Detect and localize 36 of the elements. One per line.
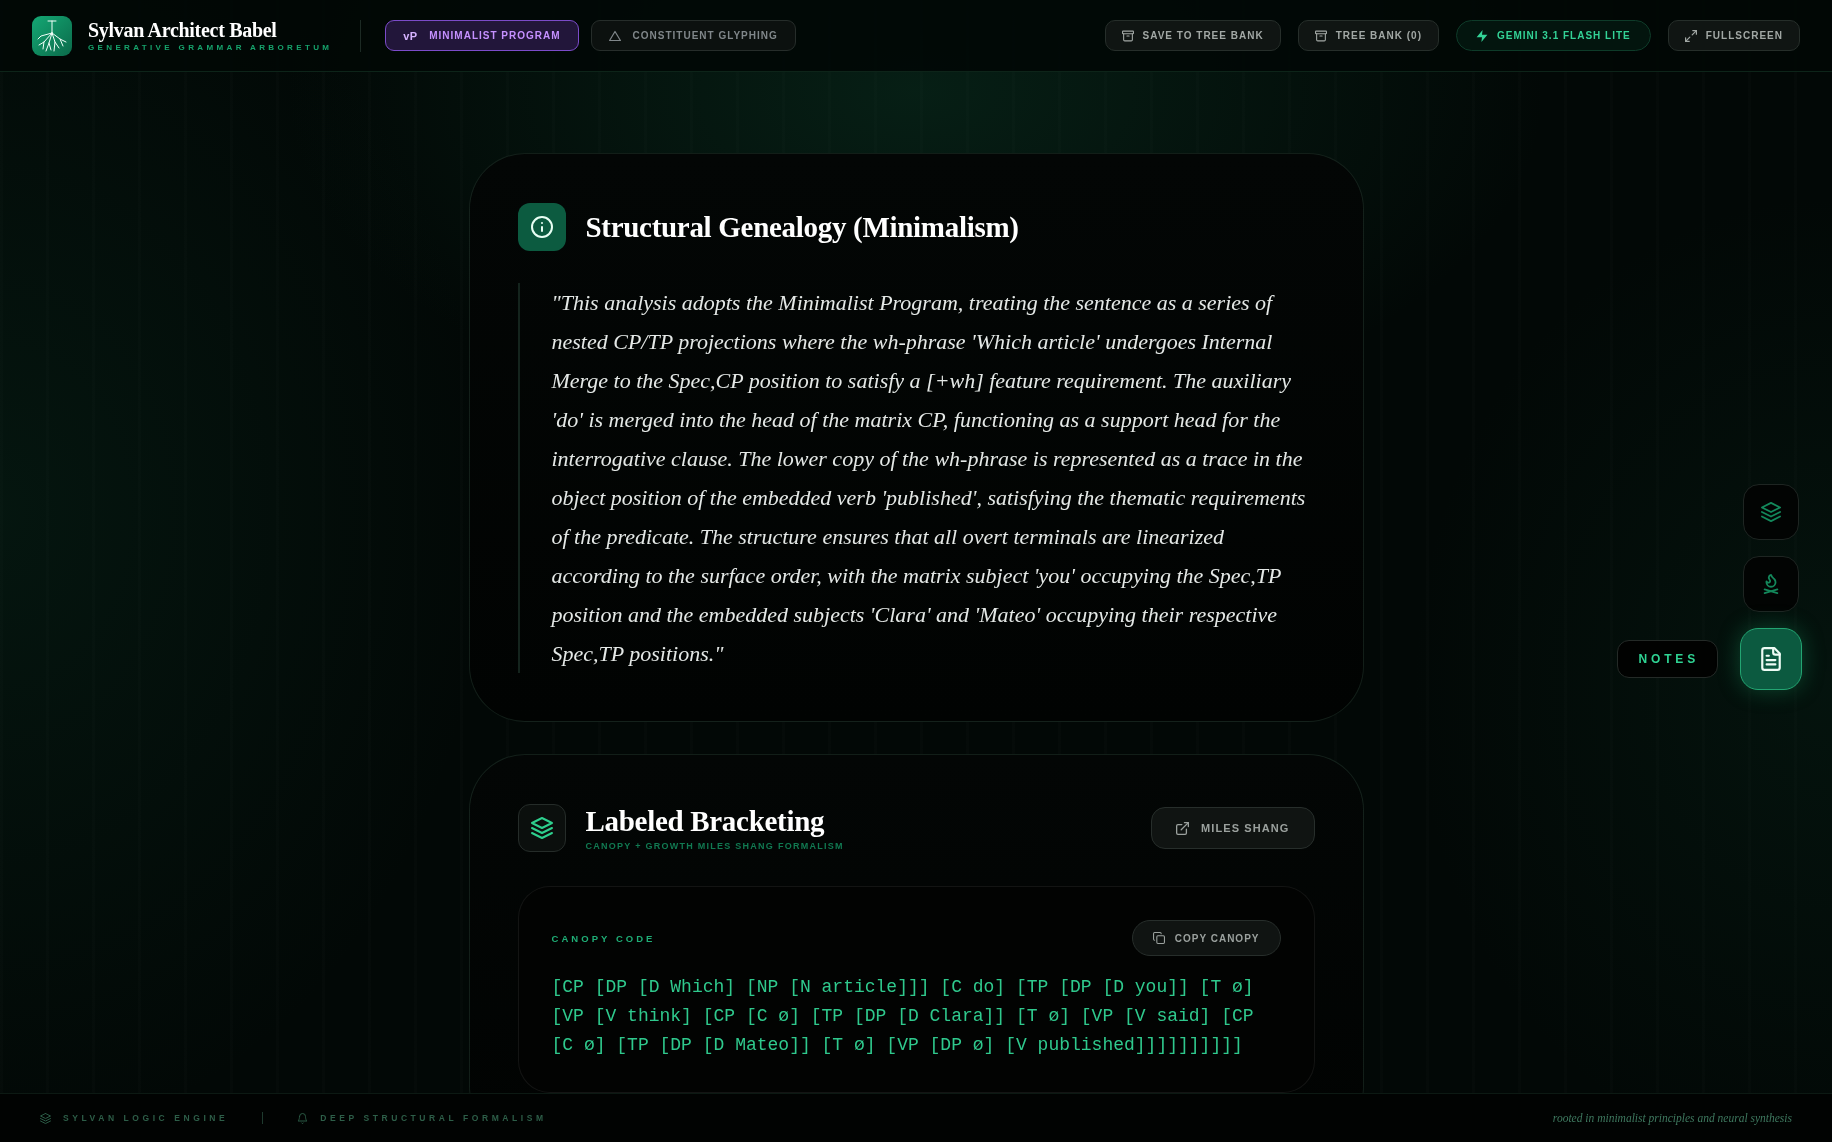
layers-icon xyxy=(517,804,566,852)
analysis-quote: "This analysis adopts the Minimalist Program, treating the sentence as a series of nested CP/TP projections where the wh-phrase 'Which article' undergoes Internal Merge to the Spec,CP position to satisfy a [+wh] feature requirement. The auxiliary 'do' is merged into the head of the matrix CP, functioning as a support head for the interrogative clause. The lower copy of the wh-phrase is represented as a trace in the object position of the embedded verb 'published', satisfying the thematic requirements of the predicate. The structure ensures that all overt terminals are linearized according to the surface order, with the matrix subject 'you' occupying the Spec,TP position and the embedded subjects 'Clara' and 'Mateo' occupying their respective Spec,TP positions." xyxy=(517,283,1315,673)
external-link-icon xyxy=(1176,821,1189,835)
dock-button[interactable] xyxy=(1740,628,1802,690)
app-subtitle: GENERATIVE GRAMMAR ARBORETUM xyxy=(88,42,333,53)
bell-icon xyxy=(297,1112,309,1124)
tooltip: NOTES xyxy=(1617,640,1718,678)
tree-roots-logo-icon xyxy=(32,15,72,56)
lightning-bolt-icon xyxy=(1475,29,1488,42)
card-title: Labeled Bracketing xyxy=(585,804,826,838)
archive-box-icon xyxy=(1121,29,1134,42)
bracket-code: [CP [DP [D Which] [NP [N article]]] [C do] [TP [DP [D you]] [T ø] [VP [V think] [CP [C ø] [TP [DP [D Clara]] [T ø] [VP [V said] [CP [C ø] [TP [DP [D Mateo]] [T ø] [VP [DP ø] [V published]]]]]]]]]] xyxy=(551,976,1255,1057)
save-to-tree-bank-button[interactable]: SAVE TO TREE BANK xyxy=(1104,20,1281,51)
app-title: Sylvan Architect Babel xyxy=(88,18,278,41)
card-subtitle: CANOPY + GROWTH MILES SHANG FORMALISM xyxy=(585,840,844,852)
model-select-button[interactable]: GEMINI 3.1 FLASH LITE xyxy=(1455,20,1651,51)
code-label: CANOPY CODE xyxy=(551,932,656,944)
copy-icon xyxy=(1152,932,1165,944)
mode-tab[interactable]: vP MINIMALIST PROGRAM xyxy=(385,20,579,51)
miles-shang-link-button[interactable]: MILES SHANG xyxy=(1151,807,1315,849)
layers-icon xyxy=(1761,502,1781,522)
layers-icon xyxy=(40,1112,51,1124)
card-title: Structural Genealogy (Minimalism) xyxy=(585,210,1019,244)
triangle-icon xyxy=(608,29,621,42)
tree-bank-button[interactable]: TREE BANK (0) xyxy=(1297,20,1439,51)
archive-box-icon xyxy=(1314,29,1327,42)
campfire-icon xyxy=(1761,574,1781,594)
footer-tagline: rooted in minimalist principles and neural synthesis xyxy=(1552,1112,1792,1124)
copy-button[interactable]: COPY CANOPY xyxy=(1131,920,1281,956)
footer-label: DEEP STRUCTURAL FORMALISM xyxy=(320,1113,547,1123)
mode-tab[interactable]: CONSTITUENT GLYPHING xyxy=(590,20,796,51)
fullscreen-button[interactable]: FULLSCREEN xyxy=(1667,20,1800,51)
expand-icon xyxy=(1684,29,1697,42)
document-icon xyxy=(1761,647,1781,671)
footer-label: SYLVAN LOGIC ENGINE xyxy=(63,1113,229,1123)
info-icon xyxy=(517,203,566,251)
